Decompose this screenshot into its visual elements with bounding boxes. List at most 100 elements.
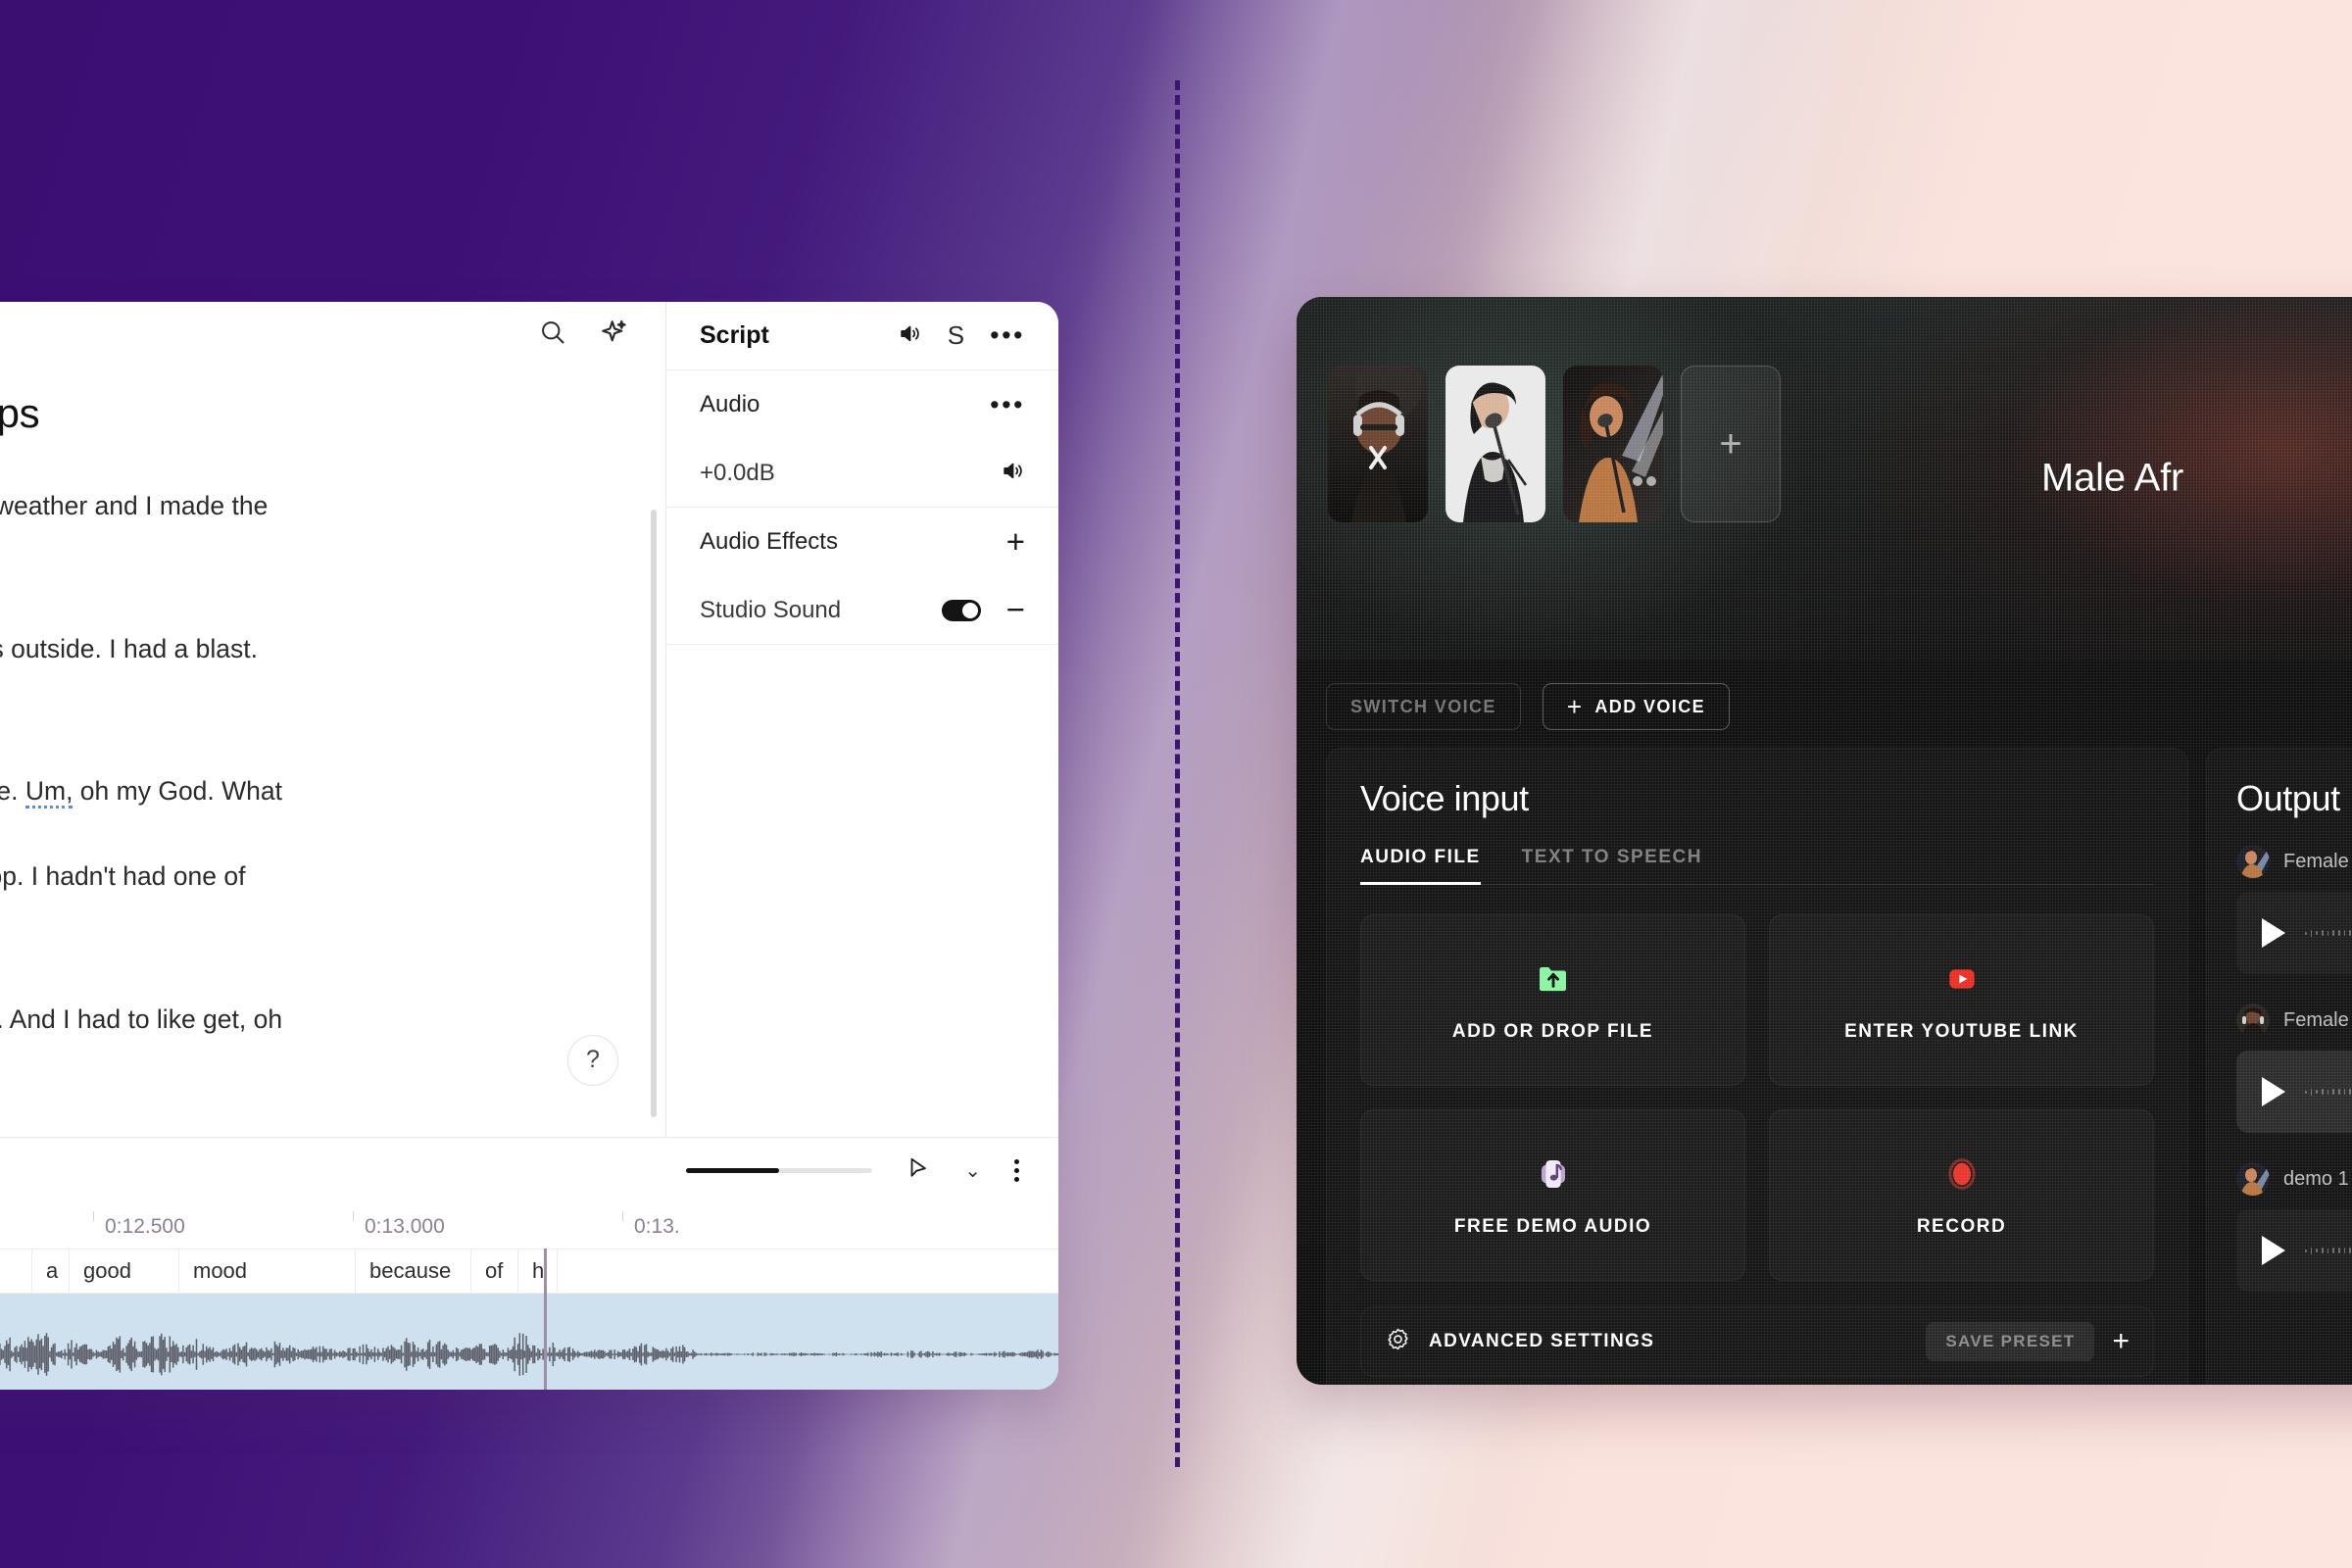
plus-icon[interactable]: +	[2112, 1327, 2130, 1356]
studio-sound-toggle[interactable]	[941, 599, 981, 621]
music-note-icon	[1533, 1153, 1574, 1195]
gain-value[interactable]: +0.0dB	[700, 460, 775, 487]
timeline[interactable]: 0:11.5000:12.0000:12.5000:13.0000:13. Ev…	[0, 1203, 1058, 1390]
script-paragraph: nice it was outside. I had a blast.	[0, 633, 258, 663]
avatar	[2236, 1162, 2270, 1196]
free-demo-audio-label: FREE DEMO AUDIO	[1453, 1215, 1652, 1237]
record-icon	[1941, 1153, 1983, 1195]
sparkle-ai-icon[interactable]	[597, 316, 630, 349]
avatar-singer-stage[interactable]	[1563, 366, 1663, 522]
enter-youtube-link-button[interactable]: ENTER YOUTUBE LINK	[1769, 914, 2154, 1086]
disfluency-word[interactable]: Um,	[24, 776, 74, 809]
avatar-singer-microphone[interactable]	[1446, 366, 1545, 522]
voice-avatar-strip: +	[1328, 366, 1781, 522]
document-scrollbar[interactable]	[651, 510, 657, 1117]
play-icon[interactable]	[2262, 1077, 2285, 1106]
plus-icon: +	[1719, 421, 1742, 466]
record-label: RECORD	[1916, 1215, 2007, 1237]
play-icon[interactable]	[2262, 1236, 2285, 1265]
timeline-word[interactable]: h	[518, 1250, 558, 1293]
output-item: Female Rn	[2236, 845, 2352, 974]
inspector-script-header: Script S •••	[666, 302, 1058, 370]
output-waveform	[2305, 1081, 2352, 1102]
add-voice-button[interactable]: + ADD VOICE	[1542, 683, 1731, 730]
more-horizontal-icon[interactable]: •••	[990, 391, 1025, 417]
minus-icon[interactable]: −	[1006, 594, 1025, 625]
more-horizontal-icon[interactable]: •••	[990, 322, 1025, 349]
solo-button[interactable]: S	[948, 320, 964, 351]
output-player[interactable]	[2236, 1209, 2352, 1292]
output-panel: Output Female Rn	[2206, 748, 2352, 1385]
plus-icon: +	[1566, 692, 1584, 721]
voice-input-tabs: AUDIO FILE TEXT TO SPEECH	[1360, 847, 2154, 885]
add-voice-label: ADD VOICE	[1594, 696, 1706, 716]
script-paragraph: rything up. And I had to like get, oh	[0, 1004, 283, 1034]
voice-hero: + Male Afr	[1297, 297, 2352, 660]
timeline-ruler: 0:11.5000:12.0000:12.5000:13.0000:13.	[0, 1203, 1058, 1249]
add-or-drop-file-label: ADD OR DROP FILE	[1451, 1020, 1654, 1042]
timeline-word[interactable]: mood	[179, 1250, 356, 1293]
voice-input-actions: ADD OR DROP FILE ENTER YOUTUBE LINK FREE…	[1360, 914, 2154, 1281]
timeline-word[interactable]: a	[32, 1250, 70, 1293]
help-button[interactable]: ?	[567, 1035, 618, 1086]
record-button[interactable]: RECORD	[1769, 1109, 2154, 1281]
timeline-word[interactable]: good	[70, 1250, 179, 1293]
dashed-divider	[1175, 80, 1180, 1467]
plus-icon[interactable]: +	[1006, 525, 1025, 558]
avatar	[2236, 1004, 2270, 1037]
effect-row-studio-sound: Studio Sound −	[666, 576, 1058, 645]
transport-right-controls: ⌄	[686, 1155, 1019, 1186]
waveform-region[interactable]	[0, 1294, 1058, 1390]
script-paragraph-with-disfluency: ne of those. Um, oh my God. What	[0, 773, 665, 810]
speaker-icon[interactable]	[1001, 459, 1025, 488]
timeline-word[interactable]: of	[471, 1250, 518, 1293]
play-icon[interactable]	[2262, 918, 2285, 948]
avatar-singer-headphones[interactable]	[1328, 366, 1428, 522]
page-title: Ice Pops	[0, 390, 40, 436]
voice-input-title: Voice input	[1360, 778, 1529, 818]
add-or-drop-file-button[interactable]: ADD OR DROP FILE	[1360, 914, 1745, 1086]
free-demo-audio-button[interactable]: FREE DEMO AUDIO	[1360, 1109, 1745, 1281]
timeline-word[interactable]: such	[0, 1250, 32, 1293]
switch-voice-label: SWITCH VOICE	[1350, 696, 1496, 716]
timeline-word[interactable]: because	[356, 1250, 471, 1293]
output-item-name: Female Rn	[2283, 1008, 2352, 1031]
inspector-audio-label: Audio	[700, 391, 760, 417]
output-item-name: demo 1 (Vo	[2283, 1167, 2352, 1190]
tab-audio-file[interactable]: AUDIO FILE	[1360, 847, 1481, 885]
speaker-icon[interactable]	[898, 321, 922, 351]
search-icon[interactable]	[536, 316, 569, 349]
voice-input-panel: Voice input AUDIO FILE TEXT TO SPEECH AD…	[1326, 748, 2188, 1385]
output-player[interactable]	[2236, 892, 2352, 974]
output-title: Output	[2236, 778, 2340, 818]
add-voice-avatar-button[interactable]: +	[1681, 366, 1781, 522]
chevron-down-icon[interactable]: ⌄	[964, 1158, 981, 1183]
advanced-settings-label: ADVANCED SETTINGS	[1429, 1331, 1655, 1351]
inspector-panel: Script S ••• Audio ••• +0.0dB Audio Effe…	[666, 302, 1058, 1137]
timeline-word-track[interactable]: Everyonewasinsuchagoodmoodbecauseofh	[0, 1249, 1058, 1294]
effect-label: Studio Sound	[700, 596, 842, 623]
inspector-gain-row: +0.0dB	[666, 439, 1058, 508]
tab-text-to-speech[interactable]: TEXT TO SPEECH	[1522, 847, 1702, 884]
output-player[interactable]	[2236, 1051, 2352, 1133]
playhead[interactable]	[544, 1249, 547, 1390]
advanced-settings-row[interactable]: ADVANCED SETTINGS SAVE PRESET +	[1360, 1306, 2154, 1377]
save-preset-button[interactable]: SAVE PRESET	[1926, 1322, 2095, 1361]
main-panels: Voice input AUDIO FILE TEXT TO SPEECH AD…	[1297, 748, 2352, 1385]
inspector-audio-effects-header: Audio Effects +	[666, 508, 1058, 576]
document-pane: Ice Pops he sunny weather and I made the…	[0, 302, 666, 1137]
enter-youtube-link-label: ENTER YOUTUBE LINK	[1844, 1020, 2079, 1042]
script-text-body[interactable]: he sunny weather and I made the nice it …	[0, 437, 665, 1137]
transport-bar: ⌄	[0, 1137, 1058, 1203]
output-waveform	[2305, 922, 2352, 944]
inspector-audio-header: Audio •••	[666, 370, 1058, 439]
more-vertical-icon[interactable]	[1014, 1159, 1019, 1182]
zoom-slider-fill	[686, 1168, 780, 1173]
script-paragraph: t an ice pop. I hadn't had one of	[0, 860, 246, 891]
audio-editor-window: Ice Pops he sunny weather and I made the…	[0, 302, 1058, 1390]
select-cursor-icon[interactable]	[906, 1155, 931, 1186]
zoom-slider[interactable]	[686, 1168, 873, 1173]
switch-voice-button[interactable]: SWITCH VOICE	[1326, 683, 1521, 730]
voice-button-row: SWITCH VOICE + ADD VOICE	[1297, 660, 2352, 748]
output-item: demo 1 (Vo	[2236, 1162, 2352, 1292]
